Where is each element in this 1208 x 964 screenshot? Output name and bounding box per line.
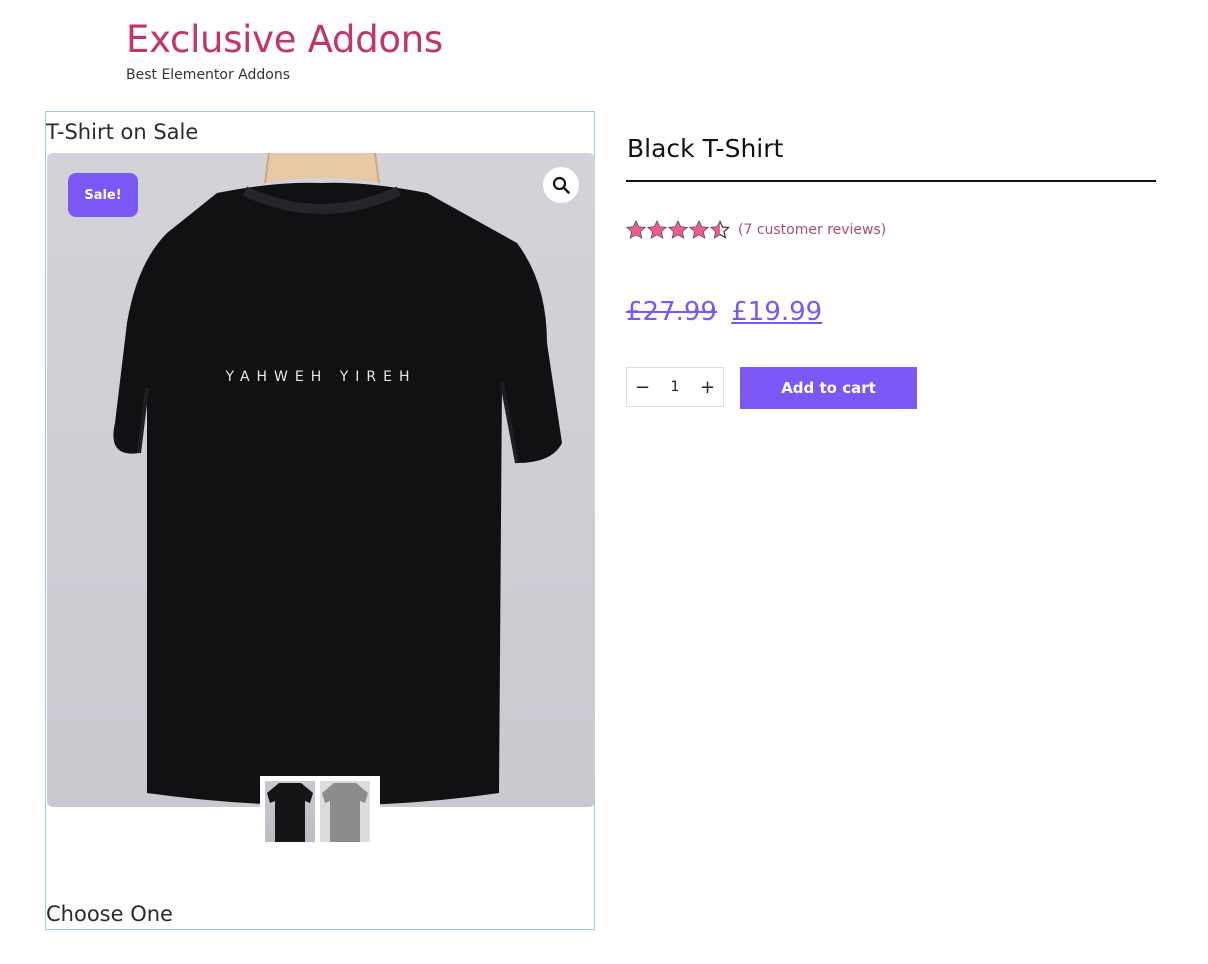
regular-price: £27.99 [626,297,717,327]
add-to-cart-button[interactable]: Add to cart [740,367,917,409]
quantity-input[interactable] [658,378,692,396]
star-icon [710,220,730,239]
thumbnail-grey-tshirt[interactable] [320,781,370,842]
tshirt-image: YAHWEH YIREH [113,153,563,806]
shirt-print-text: YAHWEH YIREH [224,369,416,385]
product-rating: (7 customer reviews) [626,220,886,240]
minus-icon[interactable]: − [627,368,658,406]
gallery-heading: T-Shirt on Sale [46,120,199,144]
sale-price: £19.99 [731,297,823,327]
product-price: £27.99 £19.99 [626,294,822,330]
search-icon [552,176,570,194]
star-icon [647,220,667,239]
quantity-stepper: − + [626,367,724,407]
plus-icon[interactable]: + [692,368,723,406]
sale-badge: Sale! [68,173,138,217]
customer-reviews-link[interactable]: (7 customer reviews) [738,222,886,238]
product-gallery: T-Shirt on Sale YAHWEH YIREH Sale! Choos… [45,111,595,930]
page: Exclusive Addons Best Elementor Addons T… [0,0,1208,964]
star-icon [668,220,688,239]
site-tagline: Best Elementor Addons [126,67,291,83]
zoom-button[interactable] [543,167,579,203]
site-title[interactable]: Exclusive Addons [126,14,443,66]
choose-heading: Choose One [46,902,173,926]
star-icon [626,220,646,239]
star-rating [626,220,730,240]
star-icon [689,220,709,239]
thumbnail-black-tshirt[interactable] [265,781,315,842]
title-divider [626,180,1156,182]
thumbnail-strip [260,776,380,842]
product-title: Black T-Shirt [627,134,784,163]
product-main-image[interactable]: YAHWEH YIREH Sale! [47,153,595,807]
